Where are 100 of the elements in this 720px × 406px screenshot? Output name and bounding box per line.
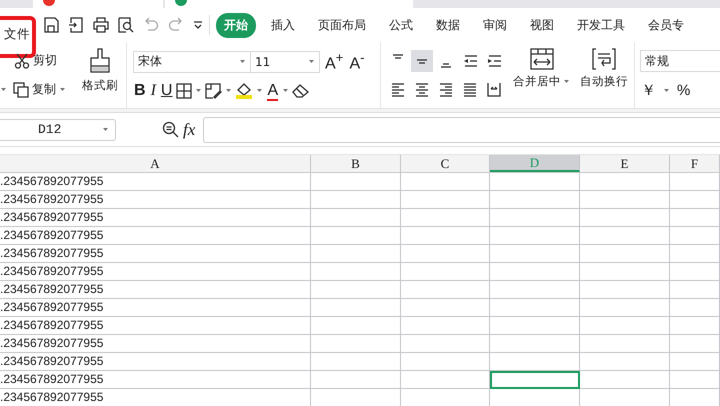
table-cell[interactable]: [670, 317, 720, 335]
table-cell[interactable]: [401, 173, 490, 191]
export-icon[interactable]: [68, 17, 84, 33]
selected-cell[interactable]: [490, 371, 580, 389]
redo-icon[interactable]: [168, 17, 184, 33]
ribbon-tab[interactable]: 插入: [263, 12, 303, 38]
table-cell[interactable]: [311, 299, 401, 317]
italic-button[interactable]: I: [150, 82, 157, 100]
table-cell[interactable]: [670, 371, 720, 389]
table-cell[interactable]: [580, 317, 670, 335]
table-cell[interactable]: [311, 173, 401, 191]
table-cell[interactable]: [401, 209, 490, 227]
table-cell[interactable]: [401, 335, 490, 353]
save-icon[interactable]: [44, 17, 59, 33]
table-cell[interactable]: [670, 227, 720, 245]
table-cell[interactable]: [580, 209, 670, 227]
table-cell[interactable]: [580, 191, 670, 209]
ribbon-tab[interactable]: 视图: [522, 12, 562, 38]
table-cell[interactable]: [670, 335, 720, 353]
eraser-icon[interactable]: [292, 84, 310, 98]
number-format-field[interactable]: 常规: [640, 50, 720, 72]
table-cell[interactable]: [401, 191, 490, 209]
percent-button[interactable]: %: [676, 82, 692, 99]
table-cell[interactable]: [580, 227, 670, 245]
dropdown-arrow-icon[interactable]: [102, 127, 109, 132]
table-cell[interactable]: [311, 317, 401, 335]
table-cell[interactable]: [580, 245, 670, 263]
wrap-text-button[interactable]: 自动换行: [578, 46, 630, 104]
table-cell[interactable]: [401, 281, 490, 299]
table-cell[interactable]: [490, 317, 580, 335]
table-cell[interactable]: [580, 353, 670, 371]
merge-center-button[interactable]: 合并居中: [511, 46, 572, 104]
column-header[interactable]: B: [311, 155, 401, 172]
table-cell[interactable]: [670, 353, 720, 371]
table-cell[interactable]: [490, 335, 580, 353]
ribbon-tab[interactable]: 会员专: [640, 12, 692, 38]
table-cell[interactable]: [490, 281, 580, 299]
ribbon-tab[interactable]: 审阅: [475, 12, 515, 38]
table-cell[interactable]: [490, 173, 580, 191]
table-cell[interactable]: [401, 263, 490, 281]
caret-icon[interactable]: [225, 88, 232, 94]
bold-button[interactable]: B: [133, 82, 147, 100]
cell-style-icon[interactable]: [205, 82, 222, 99]
ribbon-tab[interactable]: 开发工具: [569, 12, 633, 38]
table-cell[interactable]: [580, 371, 670, 389]
table-cell[interactable]: [580, 263, 670, 281]
fill-color-icon[interactable]: [235, 82, 254, 100]
table-cell[interactable]: [670, 299, 720, 317]
column-header[interactable]: E: [580, 155, 670, 172]
table-cell[interactable]: [311, 245, 401, 263]
table-cell[interactable]: [670, 209, 720, 227]
table-cell[interactable]: [311, 371, 401, 389]
dropdown-arrow-icon[interactable]: [239, 59, 246, 64]
table-cell[interactable]: [580, 173, 670, 191]
table-cell[interactable]: [490, 209, 580, 227]
currency-button[interactable]: ￥: [640, 80, 657, 100]
column-header[interactable]: A: [0, 155, 311, 172]
ribbon-tab[interactable]: 公式: [381, 12, 421, 38]
table-cell[interactable]: [311, 209, 401, 227]
caret-icon[interactable]: [195, 88, 202, 94]
table-cell[interactable]: [670, 263, 720, 281]
table-cell[interactable]: [401, 227, 490, 245]
dropdown-icon[interactable]: [193, 21, 203, 29]
table-cell[interactable]: [490, 353, 580, 371]
font-color-button[interactable]: A: [266, 82, 280, 100]
formula-input[interactable]: [203, 116, 720, 142]
ribbon-tab[interactable]: 开始: [216, 12, 256, 38]
ribbon-tab[interactable]: 页面布局: [310, 12, 374, 38]
shrink-font-button[interactable]: A$^{-}$: [348, 50, 366, 74]
copy-button[interactable]: 复制: [11, 79, 68, 100]
undo-icon[interactable]: [143, 17, 159, 33]
table-cell[interactable]: [490, 245, 580, 263]
format-painter-button[interactable]: 格式刷: [80, 46, 120, 104]
table-cell[interactable]: [670, 245, 720, 263]
table-cell[interactable]: [490, 191, 580, 209]
name-box[interactable]: D12: [0, 118, 116, 140]
grow-font-button[interactable]: A$^{+}$: [324, 50, 344, 74]
zoom-icon[interactable]: [162, 121, 179, 138]
table-cell[interactable]: [311, 335, 401, 353]
table-cell[interactable]: [401, 371, 490, 389]
table-cell[interactable]: [401, 353, 490, 371]
table-cell[interactable]: [401, 299, 490, 317]
print-preview-icon[interactable]: [118, 17, 134, 33]
table-cell[interactable]: [580, 299, 670, 317]
table-cell[interactable]: [490, 263, 580, 281]
caret-icon[interactable]: [563, 79, 570, 84]
middle-align-button[interactable]: [411, 50, 433, 72]
table-cell[interactable]: [670, 281, 720, 299]
table-cell[interactable]: [311, 281, 401, 299]
table-cell[interactable]: [311, 191, 401, 209]
font-size-field[interactable]: 11: [250, 50, 320, 73]
ribbon-tab[interactable]: 数据: [428, 12, 468, 38]
table-cell[interactable]: [311, 263, 401, 281]
underline-button[interactable]: U: [160, 82, 174, 100]
dropdown-arrow-icon[interactable]: [0, 87, 7, 92]
caret-icon[interactable]: [282, 88, 290, 94]
table-cell[interactable]: [311, 353, 401, 371]
font-name-field[interactable]: 宋体: [133, 50, 251, 73]
borders-icon[interactable]: [176, 82, 192, 99]
caret-icon[interactable]: [663, 88, 670, 93]
